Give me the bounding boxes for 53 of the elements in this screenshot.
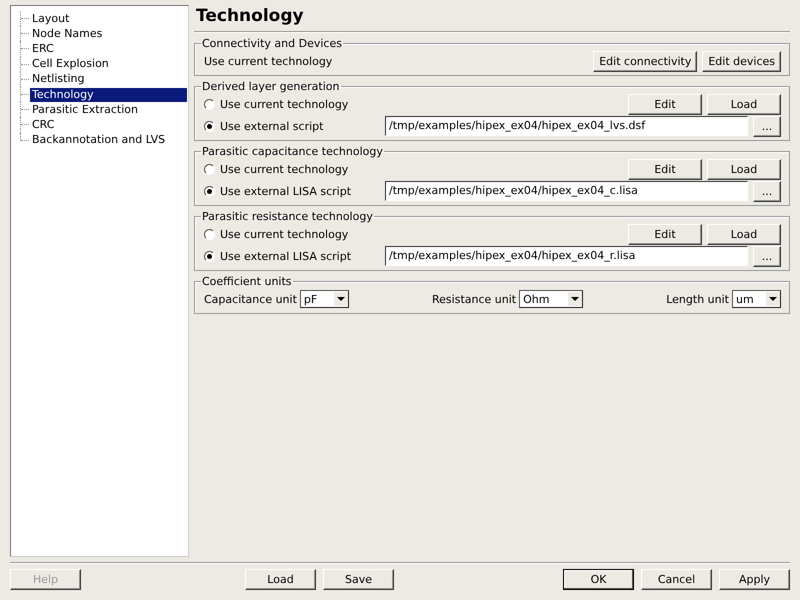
radio-button[interactable] (204, 186, 215, 196)
group-title: Parasitic resistance technology (201, 210, 374, 223)
radio-label[interactable]: Use current technology (220, 228, 348, 240)
footer-button[interactable]: OK (563, 568, 634, 590)
edit-button[interactable]: Load (707, 158, 781, 180)
radio-button[interactable] (204, 164, 215, 174)
unit-dropdown[interactable]: Ohm (519, 290, 584, 308)
edit-button[interactable]: Edit (628, 158, 702, 180)
radio-label[interactable]: Use current technology (220, 98, 348, 110)
radio-label[interactable]: Use current technology (220, 162, 348, 176)
path-field[interactable]: /tmp/examples/hipex_ex04/hipex_ex04_r.lisa (385, 246, 748, 266)
radio-label[interactable]: Use external script (220, 120, 324, 132)
edit-button[interactable]: Edit devices (702, 50, 781, 72)
tree-item[interactable]: Node Names (30, 26, 104, 41)
path-field[interactable]: /tmp/examples/hipex_ex04/hipex_ex04_lvs.dsf (385, 116, 748, 136)
edit-button[interactable]: Load (707, 224, 781, 244)
group-title: Parasitic capacitance technology (201, 145, 384, 158)
edit-button[interactable]: Edit (628, 94, 702, 114)
unit-label: Length unit (666, 292, 729, 306)
unit-label: Capacitance unit (204, 292, 297, 306)
group-title: Derived layer generation (201, 80, 340, 93)
group-title: Coefficient units (201, 275, 293, 288)
browse-button[interactable]: ... (753, 116, 781, 136)
page-title: Technology (195, 5, 305, 28)
footer-button[interactable]: Load (245, 568, 316, 590)
edit-button[interactable]: Edit (628, 224, 702, 244)
tree-item[interactable]: ERC (30, 42, 56, 56)
edit-button[interactable]: Edit connectivity (593, 50, 698, 72)
edit-button[interactable]: Load (707, 94, 781, 114)
group-title: Connectivity and Devices (201, 37, 343, 50)
footer-button[interactable]: Save (323, 568, 394, 590)
browse-button[interactable]: ... (753, 246, 781, 266)
unit-dropdown[interactable]: um (732, 290, 781, 308)
tree-item[interactable]: Netlisting (30, 72, 86, 86)
footer-button[interactable]: Apply (719, 568, 790, 590)
radio-button[interactable] (204, 228, 215, 240)
tree-item[interactable]: Layout (30, 12, 72, 26)
footer-button[interactable]: Cancel (641, 568, 712, 590)
tree-item[interactable]: Cell Explosion (30, 57, 111, 72)
radio-button[interactable] (204, 250, 215, 262)
radio-label[interactable]: Use external LISA script (220, 184, 352, 198)
unit-label: Resistance unit (432, 292, 516, 306)
radio-button[interactable] (204, 120, 215, 132)
tree-item[interactable]: Parasitic Extraction (30, 102, 140, 117)
tree-item[interactable]: CRC (30, 118, 56, 132)
info-text: Use current technology (204, 54, 334, 68)
unit-dropdown[interactable]: pF (300, 290, 349, 308)
tree-item[interactable]: Backannotation and LVS (30, 133, 168, 148)
path-field[interactable]: /tmp/examples/hipex_ex04/hipex_ex04_c.lisa (385, 181, 748, 201)
radio-label[interactable]: Use external LISA script (220, 250, 352, 262)
radio-button[interactable] (204, 98, 215, 110)
browse-button[interactable]: ... (753, 180, 781, 202)
tree-item[interactable]: Technology (30, 88, 187, 102)
